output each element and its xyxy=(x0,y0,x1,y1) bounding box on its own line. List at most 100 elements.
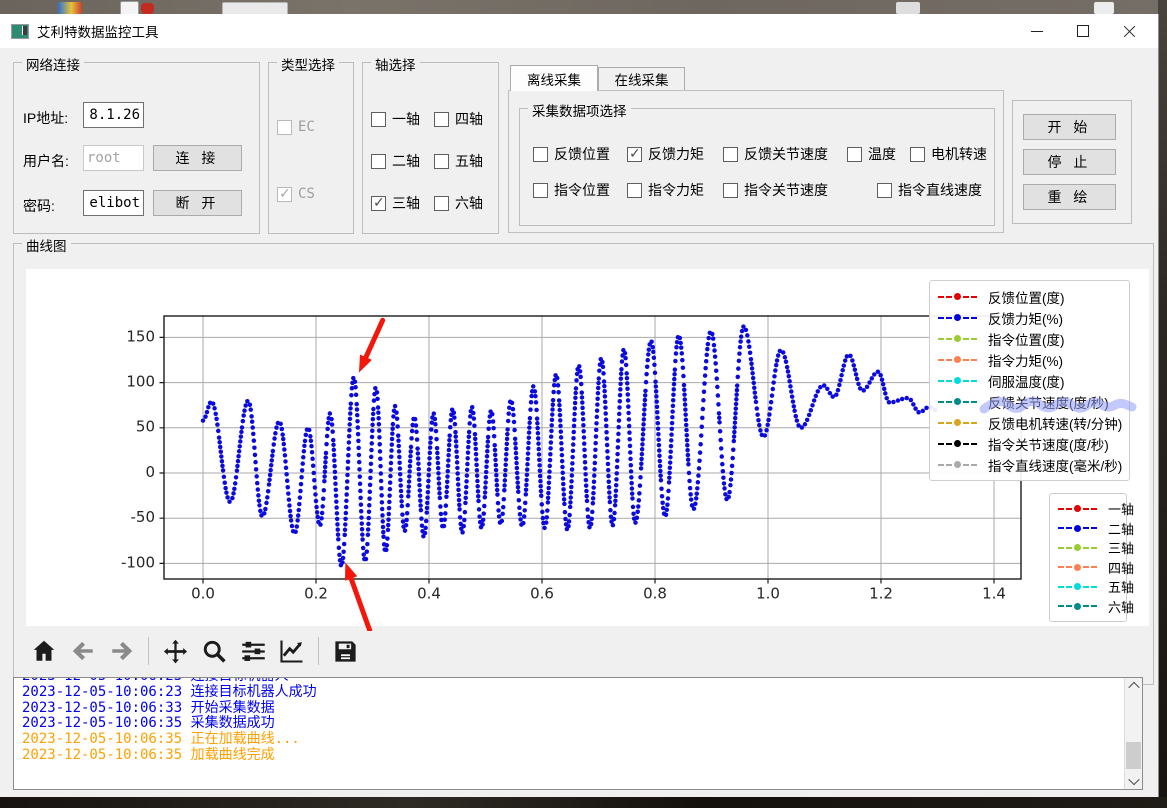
maximize-button[interactable] xyxy=(1060,14,1106,48)
scrollbar-thumb[interactable] xyxy=(1126,742,1141,769)
checkbox-温度[interactable]: 温度 xyxy=(847,144,896,164)
checkbox-label: CS xyxy=(298,186,315,202)
log-box[interactable]: 2023-12-05-10:06:23 连接目标机器人2023-12-05-10… xyxy=(13,677,1143,790)
close-button[interactable] xyxy=(1106,14,1152,48)
legend-entry: 四轴 xyxy=(1058,558,1118,578)
checkbox-五轴[interactable]: 五轴 xyxy=(434,151,483,171)
legend-swatch xyxy=(938,440,979,447)
checkbox-box[interactable] xyxy=(877,183,892,198)
tab-offline-collect[interactable]: 离线采集 xyxy=(510,65,598,91)
forward-button[interactable] xyxy=(107,636,137,666)
legend-label: 反馈关节速度(度/秒) xyxy=(988,392,1109,412)
checkbox-box[interactable] xyxy=(910,147,925,162)
customize-button[interactable] xyxy=(277,636,307,666)
checkbox-label: 指令位置 xyxy=(554,180,610,200)
checkbox-label: 反馈位置 xyxy=(554,144,610,164)
series-legend: 反馈位置(度)反馈力矩(%)指令位置(度)指令力矩(%)伺服温度(度)反馈关节速… xyxy=(929,280,1130,481)
zoom-button[interactable] xyxy=(199,636,229,666)
legend-label: 反馈力矩(%) xyxy=(988,308,1063,328)
checkbox-box[interactable] xyxy=(723,183,738,198)
connect-button[interactable]: 连 接 xyxy=(153,145,242,171)
legend-entry: 反馈力矩(%) xyxy=(938,307,1121,328)
offline-tab-panel: 采集数据项选择 反馈位置反馈力矩反馈关节速度温度电机转速指令位置指令力矩指令关节… xyxy=(508,90,1004,233)
checkbox-box[interactable] xyxy=(533,183,548,198)
legend-entry: 指令直线速度(毫米/秒) xyxy=(938,454,1121,475)
checkbox-box[interactable] xyxy=(434,154,449,169)
checkbox-label: 一轴 xyxy=(392,109,420,129)
checkbox-六轴[interactable]: 六轴 xyxy=(434,193,483,213)
legend-entry: 三轴 xyxy=(1058,538,1118,558)
username-input[interactable] xyxy=(83,145,144,171)
legend-entry: 反馈位置(度) xyxy=(938,286,1121,307)
tab-online-collect[interactable]: 在线采集 xyxy=(598,67,685,91)
legend-swatch xyxy=(1058,564,1099,571)
checkbox-label: 指令关节速度 xyxy=(744,180,828,200)
checkbox-反馈位置[interactable]: 反馈位置 xyxy=(533,144,610,164)
home-button[interactable] xyxy=(29,636,59,666)
checkbox-box[interactable] xyxy=(627,147,642,162)
desktop-taskbar-strip xyxy=(0,0,1167,14)
legend-entry: 指令关节速度(度/秒) xyxy=(938,433,1121,454)
checkbox-四轴[interactable]: 四轴 xyxy=(434,109,483,129)
checkbox-label: 电机转速 xyxy=(931,144,987,164)
checkbox-label: EC xyxy=(298,119,315,135)
scroll-down-button[interactable] xyxy=(1125,773,1142,789)
legend-swatch xyxy=(1058,544,1099,551)
checkbox-box[interactable] xyxy=(533,147,548,162)
legend-label: 反馈位置(度) xyxy=(988,287,1065,307)
start-button[interactable]: 开 始 xyxy=(1023,114,1116,140)
window-title: 艾利特数据监控工具 xyxy=(37,21,159,41)
checkbox-label: 四轴 xyxy=(455,109,483,129)
pan-button[interactable] xyxy=(160,636,190,666)
checkbox-三轴[interactable]: 三轴 xyxy=(371,193,420,213)
log-scrollbar[interactable] xyxy=(1124,678,1142,789)
legend-swatch xyxy=(938,293,979,300)
stop-button[interactable]: 停 止 xyxy=(1023,149,1116,175)
checkbox-一轴[interactable]: 一轴 xyxy=(371,109,420,129)
legend-label: 二轴 xyxy=(1108,519,1134,538)
log-lines: 2023-12-05-10:06:23 连接目标机器人2023-12-05-10… xyxy=(22,677,1120,764)
checkbox-指令关节速度[interactable]: 指令关节速度 xyxy=(723,180,828,200)
checkbox-box[interactable] xyxy=(371,196,386,211)
checkbox-box[interactable] xyxy=(723,147,738,162)
scroll-up-button[interactable] xyxy=(1125,678,1142,694)
legend-swatch xyxy=(938,419,979,426)
back-arrow-icon xyxy=(70,638,96,664)
checkbox-反馈关节速度[interactable]: 反馈关节速度 xyxy=(723,144,828,164)
password-input[interactable] xyxy=(83,190,144,216)
network-group: 网络连接 IP地址: 用户名: 连 接 密码: 断 开 xyxy=(13,62,260,234)
home-icon xyxy=(31,638,57,664)
legend-label: 五轴 xyxy=(1108,577,1134,596)
legend-label: 三轴 xyxy=(1108,538,1134,557)
log-line: 2023-12-05-10:06:35 正在加载曲线... xyxy=(22,732,1120,748)
chevron-up-icon xyxy=(1128,682,1139,693)
ip-input[interactable] xyxy=(83,102,144,128)
checkbox-指令力矩[interactable]: 指令力矩 xyxy=(627,180,704,200)
checkbox-box[interactable] xyxy=(371,154,386,169)
desktop-background-bottom xyxy=(0,797,1167,808)
redraw-button[interactable]: 重 绘 xyxy=(1023,184,1116,210)
save-button[interactable] xyxy=(330,636,360,666)
checkbox-box[interactable] xyxy=(627,183,642,198)
back-button[interactable] xyxy=(68,636,98,666)
checkbox-box[interactable] xyxy=(847,147,862,162)
desktop-icon xyxy=(141,3,154,14)
legend-swatch xyxy=(1058,583,1099,590)
checkbox-box[interactable] xyxy=(371,112,386,127)
checkbox-指令位置[interactable]: 指令位置 xyxy=(533,180,610,200)
subplots-button[interactable] xyxy=(238,636,268,666)
checkbox-指令直线速度[interactable]: 指令直线速度 xyxy=(877,180,982,200)
checkbox-二轴[interactable]: 二轴 xyxy=(371,151,420,171)
legend-swatch xyxy=(938,314,979,321)
disconnect-button[interactable]: 断 开 xyxy=(153,190,242,216)
checkbox-box[interactable] xyxy=(434,112,449,127)
checkbox-box[interactable] xyxy=(434,196,449,211)
checkbox-label: 三轴 xyxy=(392,193,420,213)
desktop-icon xyxy=(1094,2,1114,14)
checkbox-电机转速[interactable]: 电机转速 xyxy=(910,144,987,164)
log-line: 2023-12-05-10:06:35 采集数据成功 xyxy=(22,716,1120,732)
legend-swatch xyxy=(938,335,979,342)
minimize-button[interactable] xyxy=(1014,14,1060,48)
pan-icon xyxy=(162,638,189,665)
checkbox-反馈力矩[interactable]: 反馈力矩 xyxy=(627,144,704,164)
